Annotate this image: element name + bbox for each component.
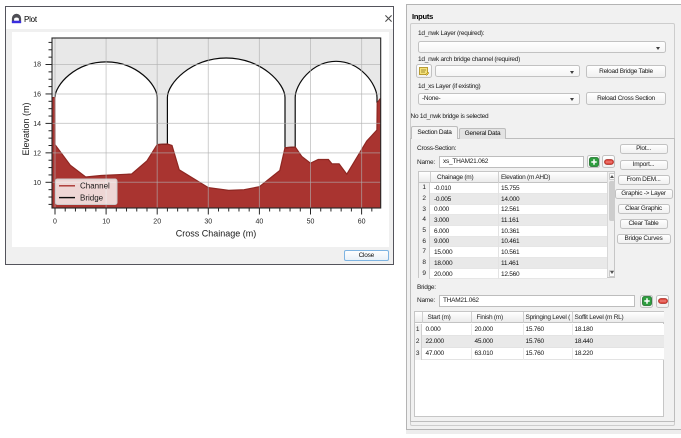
svg-text:Bridge: Bridge [80, 193, 104, 202]
svg-text:Channel: Channel [80, 182, 110, 191]
svg-text:10: 10 [33, 180, 41, 187]
svg-text:0: 0 [53, 219, 57, 226]
svg-text:20: 20 [153, 219, 161, 226]
svg-text:60: 60 [358, 219, 366, 226]
svg-text:Cross Chainage (m): Cross Chainage (m) [176, 229, 257, 239]
svg-text:50: 50 [307, 219, 315, 226]
svg-text:40: 40 [256, 219, 264, 226]
svg-text:10: 10 [102, 219, 110, 226]
svg-text:18: 18 [33, 62, 41, 69]
svg-text:16: 16 [33, 92, 41, 99]
svg-text:12: 12 [33, 150, 41, 157]
svg-text:30: 30 [204, 219, 212, 226]
svg-text:Elevation (m): Elevation (m) [21, 102, 31, 155]
svg-text:14: 14 [33, 121, 41, 128]
